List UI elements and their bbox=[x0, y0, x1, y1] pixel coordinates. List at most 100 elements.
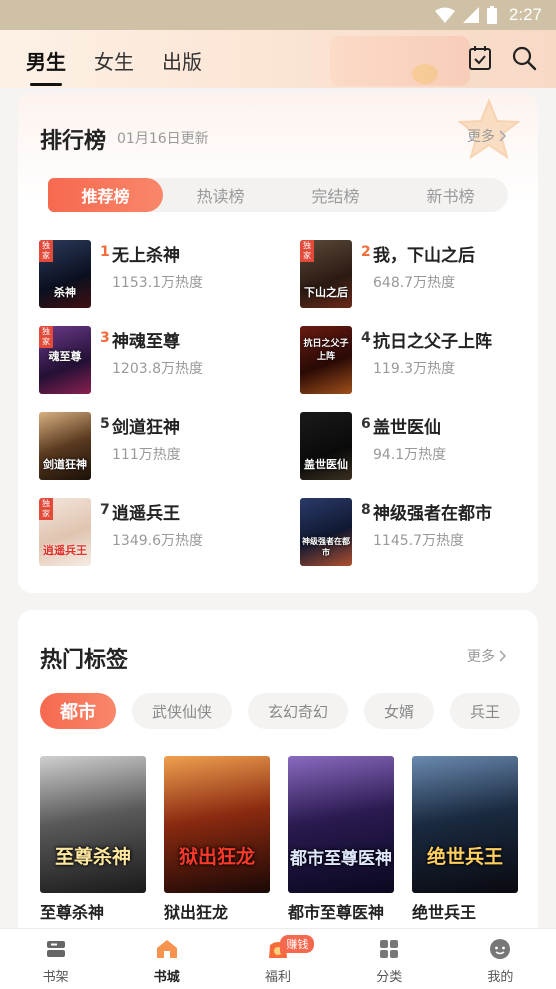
ranking-more-link[interactable]: 更多 bbox=[467, 126, 507, 146]
nav-bookshelf[interactable]: 书架 bbox=[0, 929, 111, 989]
book-cover: 独家 魂至尊 bbox=[39, 326, 91, 394]
book-cover: 都市至尊医神 bbox=[288, 756, 394, 893]
ranking-item[interactable]: 独家 杀神 1 无上杀神 1153.1万热度 bbox=[39, 240, 269, 308]
heat-value: 94.1万热度 bbox=[373, 447, 447, 463]
profile-icon bbox=[490, 939, 511, 959]
book-cover: 抗日之父子上阵 bbox=[300, 326, 352, 394]
nav-category[interactable]: 分类 bbox=[334, 929, 445, 989]
rank-number: 6 bbox=[361, 416, 371, 432]
book-card[interactable]: 绝世兵王 绝世兵王 bbox=[412, 756, 518, 923]
hot-tags-more-label: 更多 bbox=[467, 649, 495, 665]
book-title: 狱出狂龙 bbox=[164, 903, 229, 922]
rank-number: 8 bbox=[361, 502, 371, 518]
bottom-nav: 书架 书城 赚钱 福利 分类 我的 bbox=[0, 928, 556, 989]
tag-chip[interactable]: 兵王 bbox=[450, 693, 521, 729]
ranking-item[interactable]: 剑道狂神 5 剑道狂神 111万热度 bbox=[39, 412, 269, 480]
ranking-tabs: 推荐榜 热读榜 完结榜 新书榜 bbox=[48, 178, 508, 212]
heat-value: 1349.6万热度 bbox=[112, 533, 203, 549]
nav-label: 书城 bbox=[153, 970, 180, 985]
cover-title: 至尊杀神 bbox=[54, 846, 131, 868]
nav-profile[interactable]: 我的 bbox=[445, 929, 556, 989]
ranking-item[interactable]: 独家 下山之后 2 我，下山之后 648.7万热度 bbox=[300, 240, 530, 308]
ranking-item[interactable]: 神级强者在都市 8 神级强者在都市 1145.7万热度 bbox=[300, 498, 530, 566]
nav-label: 福利 bbox=[265, 970, 292, 985]
heat-value: 648.7万热度 bbox=[373, 275, 456, 291]
book-title: 都市至尊医神 bbox=[288, 903, 385, 922]
cover-title: 下山之后 bbox=[304, 286, 348, 299]
rank-number: 5 bbox=[100, 416, 110, 432]
tag-chip[interactable]: 玄幻奇幻 bbox=[248, 693, 349, 729]
rank-number: 2 bbox=[361, 244, 371, 260]
category-grid-icon bbox=[380, 940, 399, 958]
top-header: 男生 女生 出版 bbox=[0, 30, 556, 88]
tab-publish[interactable]: 出版 bbox=[162, 46, 202, 75]
ranking-item[interactable]: 独家 魂至尊 3 神魂至尊 1203.8万热度 bbox=[39, 326, 269, 394]
heat-value: 111万热度 bbox=[112, 447, 181, 463]
nav-label: 我的 bbox=[487, 970, 514, 985]
book-card[interactable]: 狱出狂龙 狱出狂龙 bbox=[164, 756, 270, 923]
heat-value: 1153.1万热度 bbox=[112, 275, 203, 291]
checkin-calendar-icon[interactable] bbox=[466, 44, 494, 72]
book-card[interactable]: 至尊杀神 至尊杀神 bbox=[40, 756, 146, 923]
hot-tags-more-link[interactable]: 更多 bbox=[467, 646, 507, 666]
tab-hot-read[interactable]: 热读榜 bbox=[163, 178, 278, 212]
tag-chip[interactable]: 武侠仙侠 bbox=[132, 693, 233, 729]
ranking-item[interactable]: 抗日之父子上阵 4 抗日之父子上阵 119.3万热度 bbox=[300, 326, 530, 394]
book-title: 我，下山之后 bbox=[373, 246, 475, 266]
cover-title: 杀神 bbox=[54, 286, 76, 299]
signal-icon bbox=[462, 7, 479, 23]
tab-new-books[interactable]: 新书榜 bbox=[393, 178, 508, 212]
battery-icon bbox=[486, 6, 497, 24]
heat-value: 1145.7万热度 bbox=[373, 533, 464, 549]
status-time: 2:27 bbox=[508, 5, 542, 24]
cover-title: 狱出狂龙 bbox=[178, 846, 255, 868]
book-cover: 剑道狂神 bbox=[39, 412, 91, 480]
tag-chip[interactable]: 女婿 bbox=[364, 693, 435, 729]
cover-title: 逍遥兵王 bbox=[43, 544, 87, 557]
coin-decoration bbox=[412, 64, 438, 84]
exclusive-badge: 独家 bbox=[39, 498, 53, 520]
book-title: 剑道狂神 bbox=[112, 418, 180, 438]
book-card[interactable]: 都市至尊医神 都市至尊医神 bbox=[288, 756, 394, 923]
book-title: 抗日之父子上阵 bbox=[373, 332, 492, 352]
nav-label: 书架 bbox=[42, 970, 69, 985]
rank-number: 1 bbox=[100, 244, 110, 260]
tab-male[interactable]: 男生 bbox=[26, 46, 66, 86]
exclusive-badge: 独家 bbox=[39, 240, 53, 262]
book-cover: 神级强者在都市 bbox=[300, 498, 352, 566]
search-icon[interactable] bbox=[510, 44, 538, 72]
cover-title: 神级强者在都市 bbox=[302, 537, 350, 557]
earn-money-badge: 赚钱 bbox=[280, 935, 315, 953]
cover-title: 魂至尊 bbox=[48, 350, 82, 363]
ranking-more-label: 更多 bbox=[467, 129, 495, 145]
rank-number: 3 bbox=[100, 330, 110, 346]
tab-recommend[interactable]: 推荐榜 bbox=[48, 178, 163, 212]
ranking-item[interactable]: 独家 逍遥兵王 7 逍遥兵王 1349.6万热度 bbox=[39, 498, 269, 566]
cover-title: 盖世医仙 bbox=[304, 458, 348, 471]
book-cover: 至尊杀神 bbox=[40, 756, 146, 893]
ranking-title: 排行榜 bbox=[40, 129, 107, 154]
nav-label: 分类 bbox=[376, 970, 403, 985]
book-title: 神魂至尊 bbox=[112, 332, 180, 352]
nav-welfare[interactable]: 赚钱 福利 bbox=[222, 929, 333, 989]
ranking-item[interactable]: 盖世医仙 6 盖世医仙 94.1万热度 bbox=[300, 412, 530, 480]
book-title: 盖世医仙 bbox=[373, 418, 441, 438]
rank-number: 7 bbox=[100, 502, 110, 518]
top-tabs: 男生 女生 出版 bbox=[26, 46, 202, 86]
book-cover: 绝世兵王 bbox=[412, 756, 518, 893]
tab-completed[interactable]: 完结榜 bbox=[278, 178, 393, 212]
book-title: 绝世兵王 bbox=[412, 903, 477, 922]
bookstore-home-icon bbox=[156, 940, 177, 958]
ranking-update-text: 01月16日更新 bbox=[117, 131, 209, 147]
book-cover: 独家 逍遥兵王 bbox=[39, 498, 91, 566]
exclusive-badge: 独家 bbox=[39, 326, 53, 348]
header-decoration bbox=[330, 36, 470, 86]
nav-bookstore[interactable]: 书城 bbox=[111, 929, 222, 989]
book-cover: 独家 杀神 bbox=[39, 240, 91, 308]
cover-title: 剑道狂神 bbox=[43, 458, 87, 471]
heat-value: 1203.8万热度 bbox=[112, 361, 203, 377]
book-title: 逍遥兵王 bbox=[112, 504, 180, 524]
tab-female[interactable]: 女生 bbox=[94, 46, 134, 75]
book-cover: 盖世医仙 bbox=[300, 412, 352, 480]
tag-chip[interactable]: 都市 bbox=[40, 693, 116, 729]
